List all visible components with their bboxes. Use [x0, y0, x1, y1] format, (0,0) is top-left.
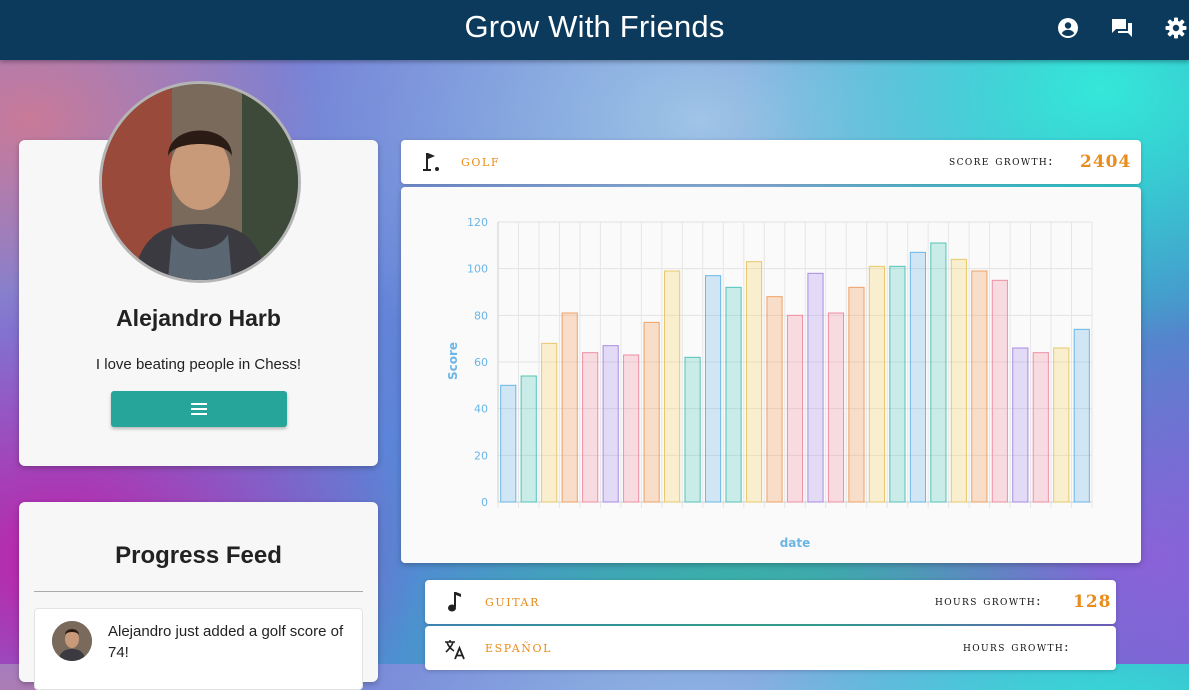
chart-bar[interactable] [643, 321, 660, 503]
chart-bar[interactable] [602, 345, 619, 503]
feed-avatar [52, 621, 92, 661]
chart-bar[interactable] [623, 354, 640, 503]
profile-menu-button[interactable] [111, 391, 287, 427]
activity-header-golf[interactable]: golf score growth: 2404 [401, 140, 1141, 184]
activity-header-espanol[interactable]: español hours growth: [425, 626, 1116, 670]
y-tick-label: 40 [474, 403, 488, 416]
golf-icon [423, 153, 439, 171]
y-tick-label: 20 [474, 449, 488, 462]
golf-score-chart: 0 20 40 60 80 100 120 Score date [446, 216, 1093, 550]
chart-bar[interactable] [1073, 328, 1090, 503]
feed-item[interactable]: Alejandro just added a golf score of 74! [34, 608, 363, 690]
app-title: Grow With Friends [464, 9, 725, 44]
chart-bar[interactable] [1053, 347, 1070, 503]
y-tick-label: 0 [481, 496, 488, 509]
chart-bar[interactable] [500, 384, 517, 503]
activity-name-guitar: guitar [485, 592, 540, 610]
hours-growth-value-guitar: 128 [1073, 592, 1112, 612]
chart-bar[interactable] [950, 258, 967, 503]
chart-bar[interactable] [766, 296, 783, 503]
y-tick-label: 100 [467, 263, 488, 276]
chart-bar[interactable] [991, 279, 1008, 503]
profile-name: Alejandro Harb [116, 305, 281, 331]
chart-bar[interactable] [1032, 352, 1049, 503]
activity-header-guitar[interactable]: guitar hours growth: 128 [425, 580, 1116, 624]
chart-bar[interactable] [725, 286, 742, 503]
y-tick-label: 80 [474, 309, 488, 322]
chart-bar[interactable] [561, 312, 578, 503]
account-circle-icon[interactable] [1056, 16, 1080, 40]
chart-bar[interactable] [930, 242, 947, 503]
chart-bar[interactable] [909, 251, 926, 503]
profile-photo [102, 84, 298, 280]
y-tick-label: 60 [474, 356, 488, 369]
forum-icon[interactable] [1110, 16, 1134, 40]
chart-bar[interactable] [541, 342, 558, 503]
feed-divider [34, 591, 363, 592]
feed-avatar-photo [52, 621, 92, 661]
chart-bar[interactable] [520, 375, 537, 503]
profile-avatar [99, 81, 301, 283]
golf-chart-card: 0 20 40 60 80 100 120 Score date [401, 187, 1141, 563]
activity-name-espanol: español [485, 638, 553, 656]
chart-bar[interactable] [848, 286, 865, 503]
hours-growth-label-guitar: hours growth: [935, 594, 1042, 609]
x-axis-label: date [780, 536, 811, 550]
activity-name-golf: golf [461, 152, 501, 170]
chart-bar[interactable] [827, 312, 845, 503]
translate-icon [445, 640, 465, 660]
menu-icon [191, 403, 207, 415]
y-tick-label: 120 [467, 216, 488, 229]
chart-bar[interactable] [868, 265, 886, 503]
progress-feed-card: Progress Feed Alejandro just added a gol… [19, 502, 378, 690]
score-growth-value: 2404 [1080, 152, 1132, 172]
feed-title: Progress Feed [115, 542, 282, 569]
profile-bio: I love beating people in Chess! [95, 356, 302, 373]
chart-bar[interactable] [971, 270, 988, 503]
chart-bar[interactable] [807, 272, 824, 503]
top-app-bar: Grow With Friends [0, 0, 1189, 60]
y-axis-label: Score [446, 342, 460, 380]
chart-bar[interactable] [786, 314, 804, 503]
music-note-icon [448, 592, 461, 612]
score-growth-label: score growth: [949, 154, 1054, 169]
chart-bar[interactable] [889, 265, 906, 503]
chart-bar[interactable] [664, 270, 681, 503]
chart-bar[interactable] [745, 261, 763, 503]
chart-bar[interactable] [1012, 347, 1029, 503]
feed-item-text: Alejandro just added a golf score of 74! [108, 623, 344, 661]
chart-bar[interactable] [704, 275, 722, 503]
chart-bar[interactable] [582, 352, 599, 503]
hours-growth-label-espanol: hours growth: [963, 640, 1070, 655]
settings-icon[interactable] [1164, 16, 1188, 40]
chart-bar[interactable] [684, 356, 701, 503]
